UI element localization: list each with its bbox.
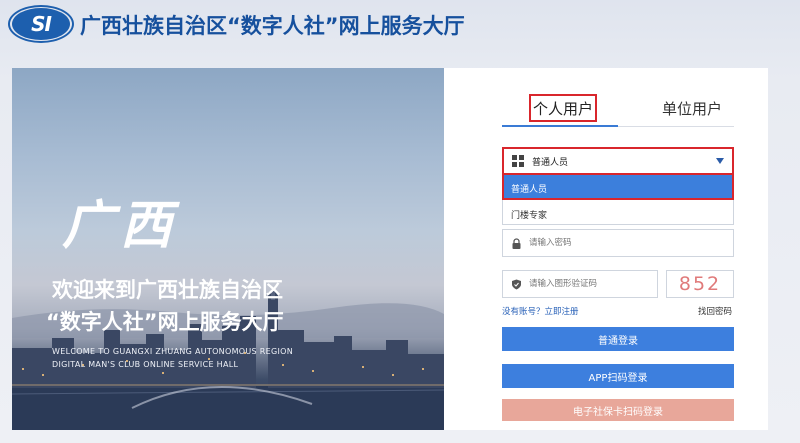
captcha-field[interactable] — [502, 270, 658, 298]
hero-calligraphy-text: 广西 — [62, 195, 179, 256]
user-role-select[interactable]: 普通人员 — [502, 147, 734, 175]
grid-icon — [512, 155, 524, 167]
dropdown-option-normal[interactable]: 普通人员 — [503, 174, 733, 200]
shield-icon — [512, 279, 521, 290]
tab-active-indicator — [502, 125, 618, 127]
page-title: 广西壮族自治区“数字人社”网上服务大厅 — [80, 14, 465, 38]
user-role-dropdown: 普通人员 门楼专家 — [502, 173, 734, 225]
hero-welcome-line1: 欢迎来到广西壮族自治区 — [52, 278, 283, 302]
register-link[interactable]: 没有账号？立即注册 — [502, 305, 579, 317]
normal-login-button[interactable]: 普通登录 — [502, 327, 734, 351]
captcha-image[interactable]: 852 — [666, 270, 734, 298]
forgot-password-link[interactable]: 找回密码 — [698, 305, 732, 317]
social-insurance-logo: SI — [12, 8, 70, 40]
user-type-tabs: 个人用户 单位用户 — [502, 92, 734, 128]
hero-english-line2: DIGITAL MAN'S CLUB ONLINE SERVICE HALL — [52, 360, 239, 369]
login-panel: 个人用户 单位用户 普通人员 普通人员 门楼专家 852 没有账号？立即注册 — [444, 68, 768, 430]
dropdown-option-expert[interactable]: 门楼专家 — [503, 200, 733, 224]
hero-welcome-line2: “数字人社”网上服务大厅 — [46, 310, 284, 334]
user-role-selected-value: 普通人员 — [532, 158, 569, 168]
password-input[interactable] — [529, 234, 649, 252]
captcha-input[interactable] — [529, 275, 649, 293]
page-header: SI 广西壮族自治区“数字人社”网上服务大厅 — [0, 0, 800, 48]
ecard-scan-login-button[interactable]: 电子社保卡扫码登录 — [502, 399, 734, 421]
hero-banner: 广西 欢迎来到广西壮族自治区 “数字人社”网上服务大厅 WELCOME TO G… — [12, 68, 444, 430]
hero-english-line1: WELCOME TO GUANGXI ZHUANG AUTONOMOUS REG… — [52, 347, 293, 356]
lock-icon — [512, 238, 521, 249]
tab-company-user[interactable]: 单位用户 — [650, 94, 734, 122]
tab-personal-user[interactable]: 个人用户 — [529, 94, 597, 122]
password-field[interactable] — [502, 229, 734, 257]
app-scan-login-button[interactable]: APP扫码登录 — [502, 364, 734, 388]
chevron-down-icon[interactable] — [716, 158, 724, 164]
